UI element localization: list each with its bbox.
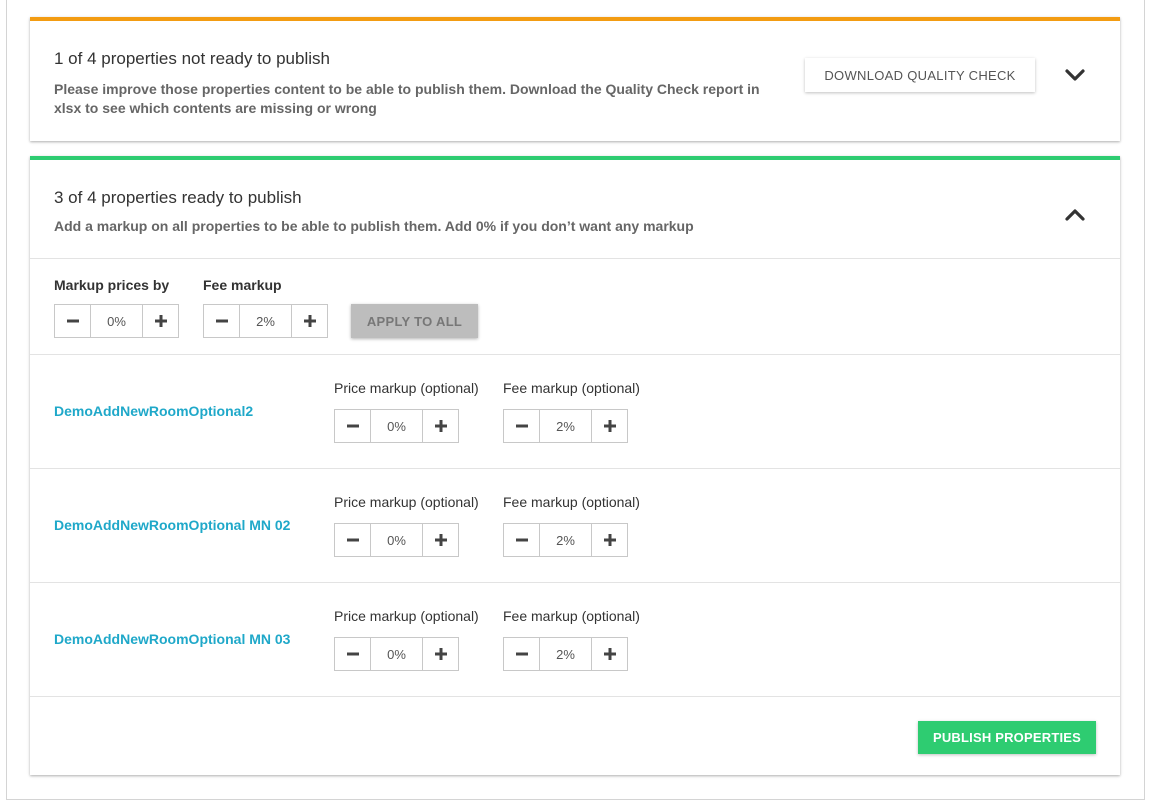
chevron-up-icon[interactable] [1064,208,1086,222]
fee-markup-label: Fee markup (optional) [503,494,640,510]
download-quality-check-button[interactable]: DOWNLOAD QUALITY CHECK [805,58,1035,92]
publish-properties-button[interactable]: PUBLISH PROPERTIES [918,721,1096,754]
minus-icon[interactable] [335,638,370,670]
not-ready-panel: 1 of 4 properties not ready to publish P… [30,17,1120,141]
minus-icon[interactable] [504,638,539,670]
minus-icon[interactable] [55,305,90,337]
property-link[interactable]: DemoAddNewRoomOptional MN 03 [54,631,290,647]
price-markup-value[interactable]: 0% [370,524,423,556]
price-markup-stepper: 0% [334,637,459,671]
fee-markup-stepper: 2% [503,523,628,557]
price-markup-label: Price markup (optional) [334,494,479,510]
markup-prices-stepper: 0% [54,304,179,338]
ready-panel: 3 of 4 properties ready to publish Add a… [30,156,1120,775]
fee-markup-label: Fee markup (optional) [503,608,640,624]
plus-icon[interactable] [423,410,458,442]
plus-icon[interactable] [592,410,627,442]
plus-icon[interactable] [592,638,627,670]
plus-icon[interactable] [423,638,458,670]
price-markup-label: Price markup (optional) [334,608,479,624]
ready-title: 3 of 4 properties ready to publish [54,188,302,207]
ready-description: Add a markup on all properties to be abl… [54,218,694,234]
not-ready-description-line2: xlsx to see which contents are missing o… [54,100,377,116]
markup-prices-label: Markup prices by [54,277,170,293]
divider [30,696,1120,697]
minus-icon[interactable] [204,305,239,337]
price-markup-stepper: 0% [334,523,459,557]
minus-icon[interactable] [504,524,539,556]
markup-prices-value[interactable]: 0% [90,305,143,337]
divider [30,468,1120,469]
fee-markup-value[interactable]: 2% [539,524,592,556]
plus-icon[interactable] [592,524,627,556]
chevron-down-icon[interactable] [1064,68,1086,82]
fee-markup-stepper: 2% [503,637,628,671]
apply-to-all-button[interactable]: APPLY TO ALL [351,304,478,338]
minus-icon[interactable] [504,410,539,442]
price-markup-label: Price markup (optional) [334,380,479,396]
fee-markup-value[interactable]: 2% [239,305,292,337]
minus-icon[interactable] [335,410,370,442]
divider [30,354,1120,355]
price-markup-stepper: 0% [334,409,459,443]
property-link[interactable]: DemoAddNewRoomOptional MN 02 [54,517,290,533]
divider [30,258,1120,259]
price-markup-value[interactable]: 0% [370,410,423,442]
price-markup-value[interactable]: 0% [370,638,423,670]
plus-icon[interactable] [423,524,458,556]
plus-icon[interactable] [292,305,327,337]
minus-icon[interactable] [335,524,370,556]
fee-markup-value[interactable]: 2% [539,638,592,670]
fee-markup-label: Fee markup (optional) [503,380,640,396]
divider [30,582,1120,583]
plus-icon[interactable] [143,305,178,337]
not-ready-title: 1 of 4 properties not ready to publish [54,49,330,68]
fee-markup-label: Fee markup [203,277,282,293]
not-ready-description-line1: Please improve those properties content … [54,81,760,97]
fee-markup-value[interactable]: 2% [539,410,592,442]
property-link[interactable]: DemoAddNewRoomOptional2 [54,403,253,419]
fee-markup-stepper: 2% [203,304,328,338]
fee-markup-stepper: 2% [503,409,628,443]
